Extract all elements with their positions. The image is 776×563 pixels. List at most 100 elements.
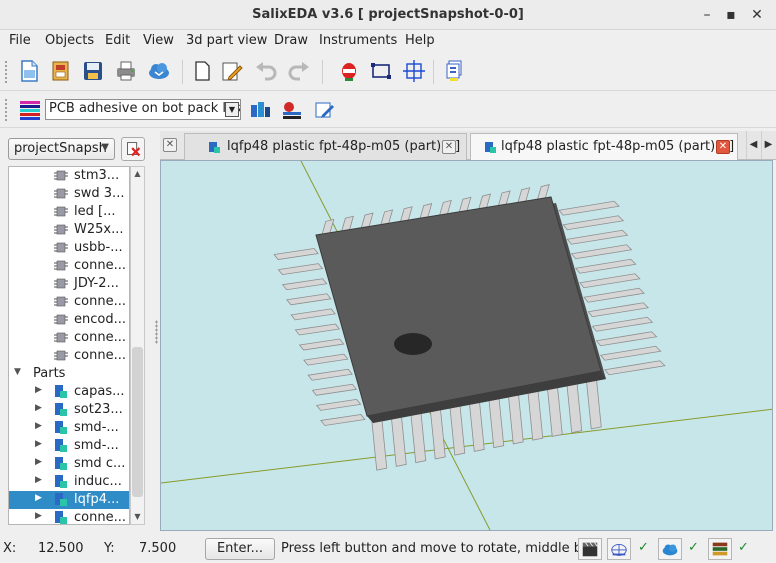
save-icon[interactable] <box>80 58 106 84</box>
status-bar: X: 12.500 Y: 7.500 Enter... Press left b… <box>0 535 776 563</box>
tree-item[interactable]: ▶ lqfp4... <box>9 491 129 509</box>
close-window-icon[interactable]: ✕ <box>748 6 766 24</box>
layer-select[interactable]: PCB adhesive on bot pack last ▼ <box>45 99 241 120</box>
tab-lqfp48-1[interactable]: lqfp48 plastic fpt-48p-m05 (part) [-] ✕ <box>184 133 467 160</box>
print-icon[interactable] <box>113 58 139 84</box>
close-project-button[interactable] <box>121 137 145 161</box>
expand-right-icon[interactable]: ▶ <box>35 511 42 521</box>
chip-pin <box>546 383 563 437</box>
tree-item[interactable]: W25x... <box>9 221 129 239</box>
tree-item[interactable]: encod... <box>9 311 129 329</box>
tree-item[interactable]: conne... <box>9 347 129 365</box>
toolbar-grip[interactable] <box>4 60 8 84</box>
tab-scroll-right-icon[interactable]: ▶ <box>761 131 775 159</box>
tree-item[interactable]: ▶ induc... <box>9 473 129 491</box>
tree-item[interactable]: ▶ capas... <box>9 383 129 401</box>
check-icon: ✓ <box>738 540 749 555</box>
library-books-icon[interactable] <box>708 538 732 560</box>
tree-item[interactable]: stm3... <box>9 167 129 185</box>
layers-icon[interactable] <box>441 58 467 84</box>
tree-item-label: conne... <box>74 510 126 525</box>
menu-file[interactable]: File <box>9 33 31 48</box>
chip-pin <box>587 302 650 318</box>
new-document-icon[interactable] <box>16 58 42 84</box>
tab-scroll-left-icon[interactable]: ◀ <box>746 131 760 159</box>
tree-item[interactable]: usbb-... <box>9 239 129 257</box>
close-tab-icon[interactable]: ✕ <box>163 138 177 152</box>
redo-icon[interactable] <box>286 58 312 84</box>
expand-right-icon[interactable]: ▶ <box>35 439 42 449</box>
chip-pin <box>585 376 602 430</box>
grid-sphere-icon[interactable] <box>607 538 631 560</box>
chip-pin <box>298 338 345 351</box>
component-icon[interactable] <box>336 58 362 84</box>
component-tree-icon <box>54 260 68 271</box>
tree-item[interactable]: JDY-2... <box>9 275 129 293</box>
cloud-sync-icon[interactable] <box>658 538 682 560</box>
component-tree-icon <box>54 242 68 253</box>
menu-help[interactable]: Help <box>405 33 435 48</box>
chip-pin <box>575 258 637 274</box>
expand-right-icon[interactable]: ▶ <box>35 493 42 503</box>
tree-item[interactable]: led [... <box>9 203 129 221</box>
edit-pencil-icon[interactable] <box>219 58 245 84</box>
cloud-icon[interactable] <box>146 58 172 84</box>
layer-settings-icon[interactable] <box>279 97 305 123</box>
tree-item[interactable]: ▶ smd-... <box>9 419 129 437</box>
y-coordinate-label: Y: <box>104 541 115 556</box>
enter-coordinates-button[interactable]: Enter... <box>205 538 275 560</box>
minimize-icon[interactable]: – <box>698 6 716 24</box>
chip-pin <box>558 200 620 216</box>
chip-pin <box>449 402 466 456</box>
undo-icon[interactable] <box>253 58 279 84</box>
expand-down-icon[interactable]: ▼ <box>14 367 21 377</box>
tree-item[interactable]: ▶ smd c... <box>9 455 129 473</box>
part-tree-icon <box>55 439 67 452</box>
tab-lqfp48-2[interactable]: lqfp48 plastic fpt-48p-m05 (part) [-] ✕ <box>470 133 738 160</box>
layer-visibility-icon[interactable] <box>247 97 273 123</box>
part-tab-icon <box>485 142 496 153</box>
expand-right-icon[interactable]: ▶ <box>35 457 42 467</box>
project-tree[interactable]: stm3... swd 3... led [... W25x... usbb-... co… <box>8 166 130 525</box>
menu-objects[interactable]: Objects <box>45 33 94 48</box>
rectangle-icon[interactable] <box>368 58 394 84</box>
scroll-up-icon[interactable]: ▲ <box>131 167 144 181</box>
close-tab-icon[interactable]: ✕ <box>442 140 456 154</box>
toolbar-grip[interactable] <box>4 98 8 122</box>
expand-right-icon[interactable]: ▶ <box>35 385 42 395</box>
menu-3d-part-view[interactable]: 3d part view <box>186 33 267 48</box>
tree-item[interactable]: ▶ smd-... <box>9 437 129 455</box>
crosshair-icon[interactable] <box>401 58 427 84</box>
panel-splitter[interactable] <box>155 320 158 344</box>
component-tree-icon <box>54 188 68 199</box>
menu-view[interactable]: View <box>143 33 174 48</box>
chip-pin <box>307 368 353 381</box>
tree-item[interactable]: conne... <box>9 329 129 347</box>
scroll-down-icon[interactable]: ▼ <box>131 510 144 524</box>
tree-item[interactable]: ▶ conne... <box>9 509 129 525</box>
blank-page-icon[interactable] <box>189 58 215 84</box>
layer-stack-icon[interactable] <box>17 97 43 123</box>
tree-item[interactable]: conne... <box>9 257 129 275</box>
open-project-icon[interactable] <box>48 58 74 84</box>
menu-draw[interactable]: Draw <box>274 33 308 48</box>
tree-item[interactable]: ▶ sot23... <box>9 401 129 419</box>
3d-viewport[interactable] <box>160 160 773 531</box>
tree-group-parts[interactable]: ▼ Parts <box>9 365 129 383</box>
expand-right-icon[interactable]: ▶ <box>35 421 42 431</box>
close-tab-icon[interactable]: ✕ <box>716 140 730 154</box>
tree-item[interactable]: swd 3... <box>9 185 129 203</box>
tree-scrollbar[interactable]: ▲ ▼ <box>130 166 145 525</box>
project-select[interactable]: projectSnapsh ▼ <box>8 138 115 160</box>
tree-item[interactable]: conne... <box>9 293 129 311</box>
menu-instruments[interactable]: Instruments <box>319 33 397 48</box>
expand-right-icon[interactable]: ▶ <box>35 403 42 413</box>
tree-item-label: led [... <box>74 204 116 219</box>
clapperboard-icon[interactable] <box>578 538 602 560</box>
menu-edit[interactable]: Edit <box>105 33 130 48</box>
part-tab-icon <box>209 142 220 153</box>
maximize-icon[interactable]: ▪ <box>722 6 740 24</box>
expand-right-icon[interactable]: ▶ <box>35 475 42 485</box>
scroll-thumb[interactable] <box>132 347 143 497</box>
layer-edit-icon[interactable] <box>312 97 338 123</box>
